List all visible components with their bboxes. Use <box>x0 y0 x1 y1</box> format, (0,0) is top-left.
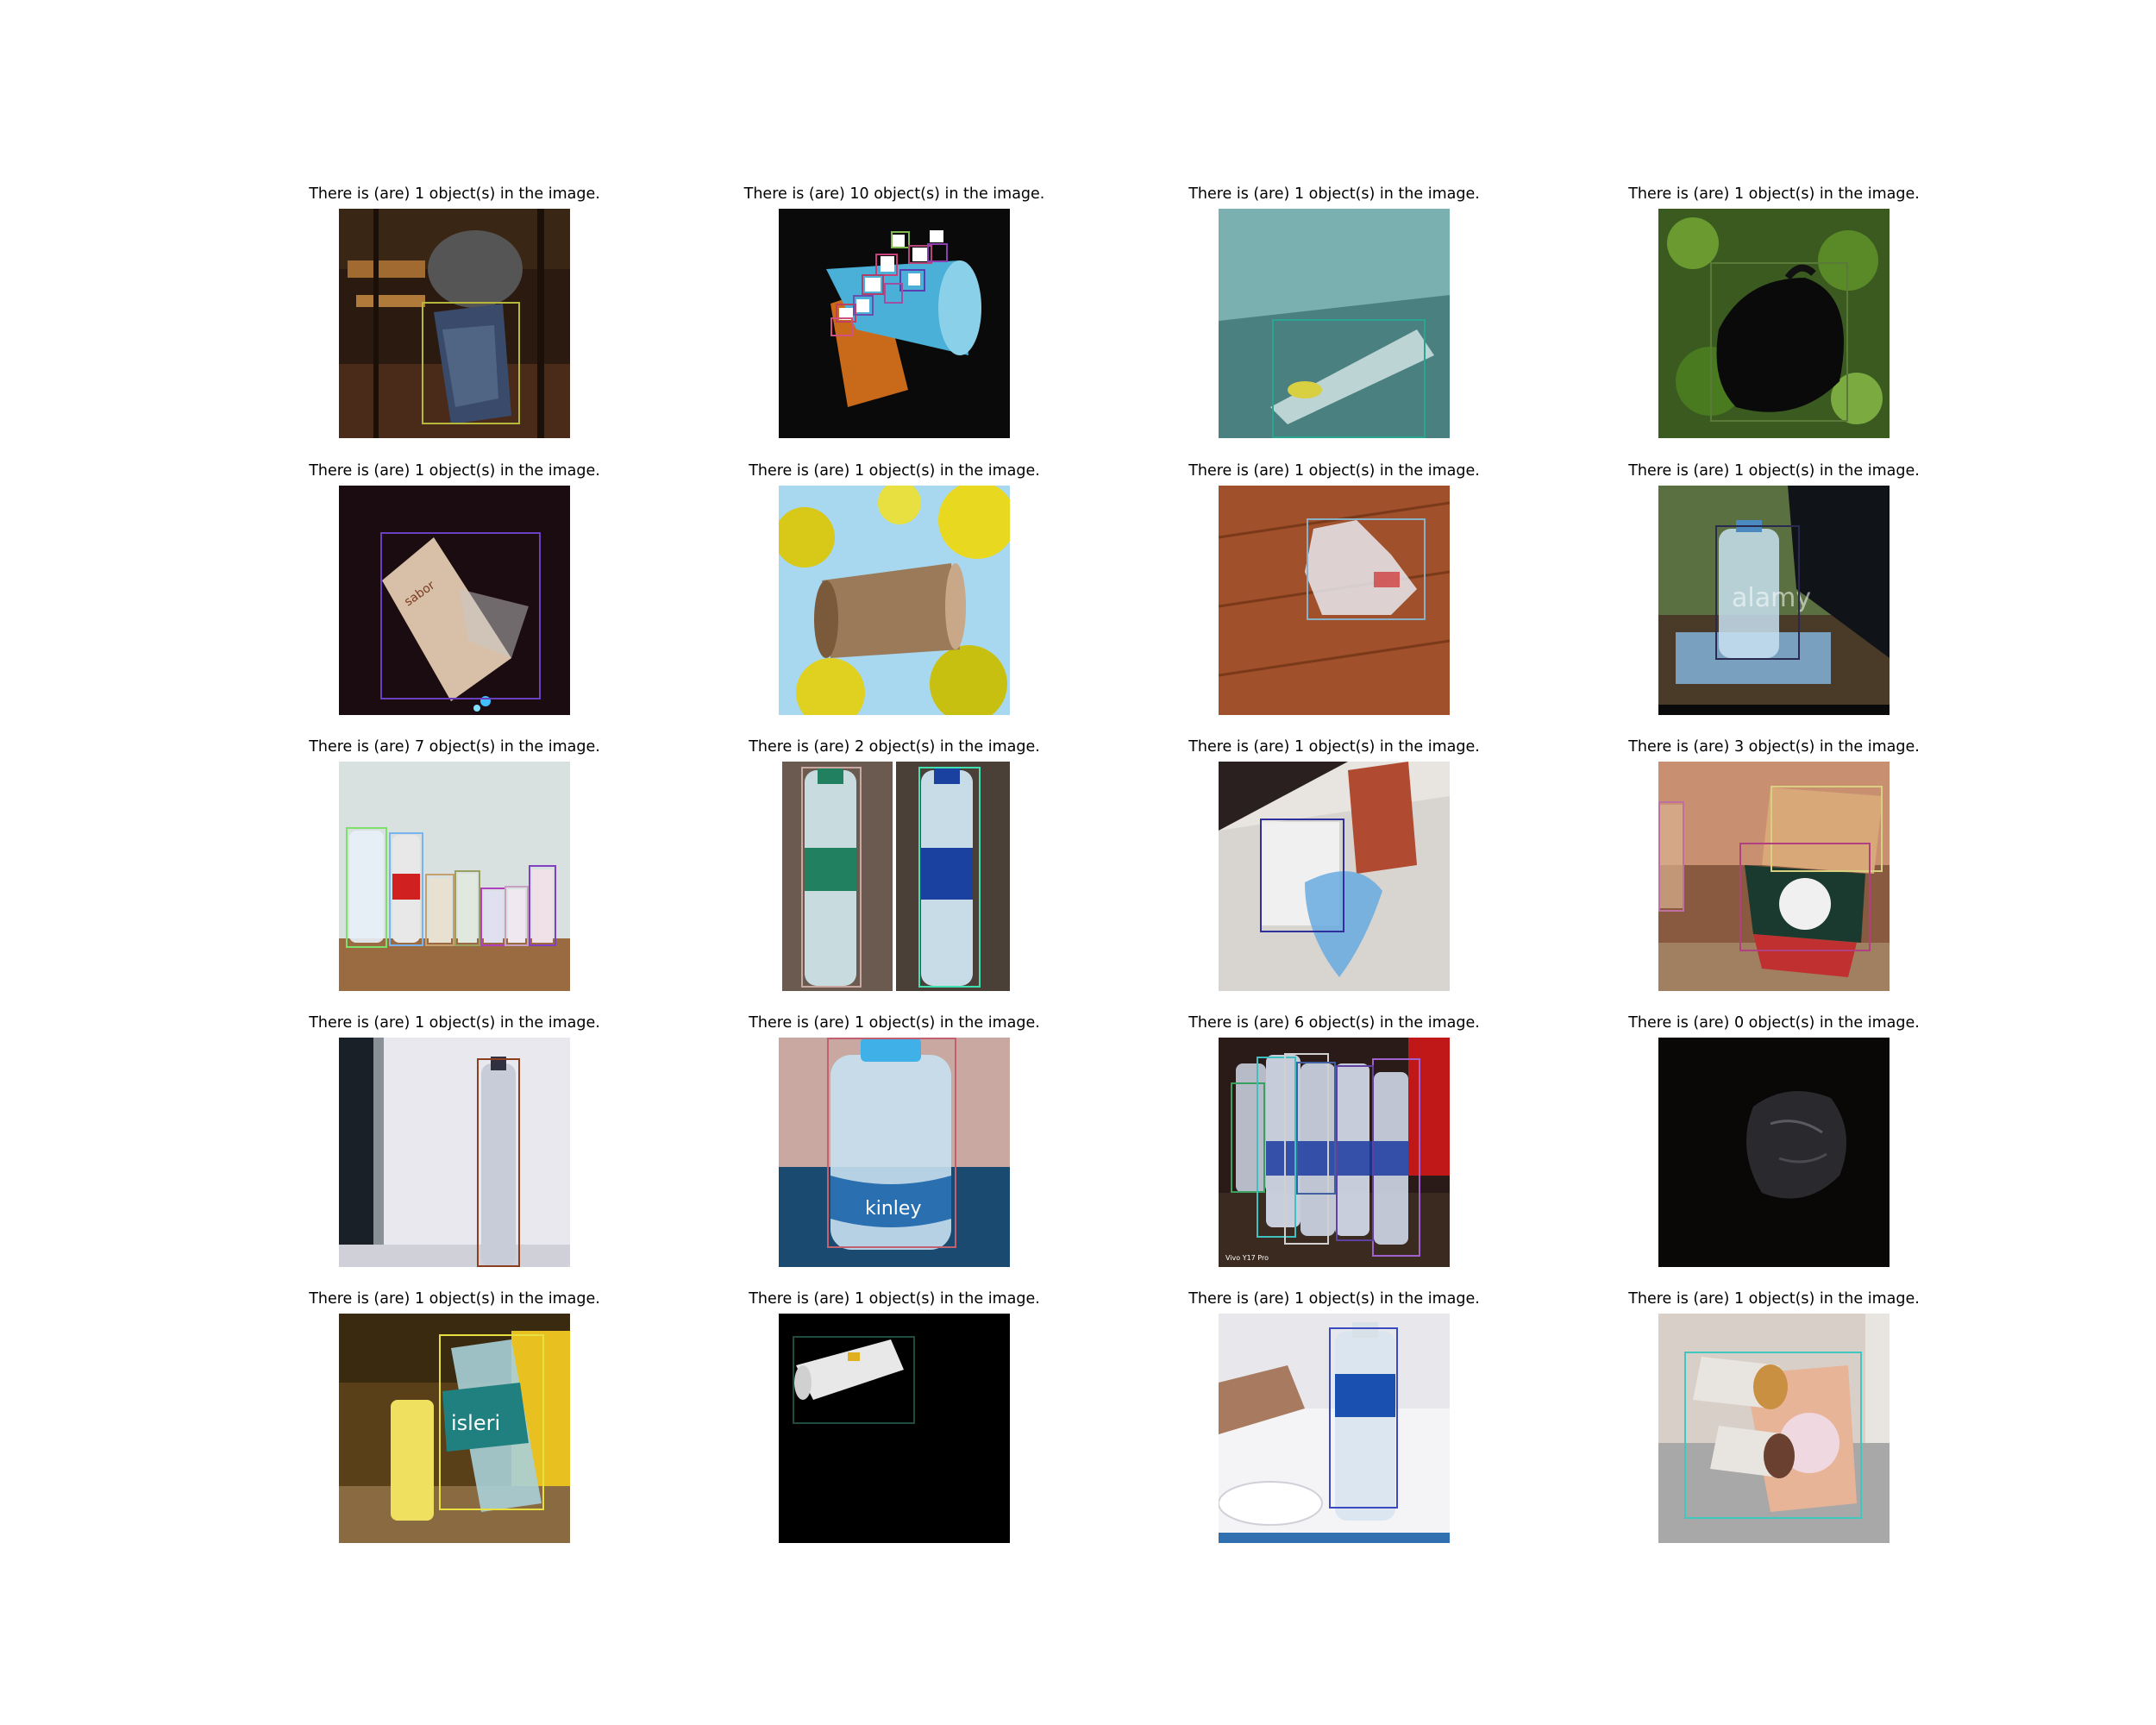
panel-12: There is (are) 3 object(s) in the image. <box>1628 738 1920 991</box>
panel-caption: There is (are) 3 object(s) in the image. <box>1628 738 1920 756</box>
panel-caption: There is (are) 1 object(s) in the image. <box>1188 185 1480 203</box>
panel-4: There is (are) 1 object(s) in the image. <box>1628 185 1920 438</box>
panel-caption: There is (are) 10 object(s) in the image… <box>743 185 1045 203</box>
panel-image <box>1658 1314 1890 1543</box>
panel-image: Vivo Y17 Pro <box>1219 1038 1450 1267</box>
svg-text:isleri: isleri <box>451 1411 500 1435</box>
panel-image <box>779 209 1010 438</box>
panel-5: There is (are) 1 object(s) in the image.… <box>309 462 600 715</box>
panel-14: There is (are) 1 object(s) in the image.… <box>749 1014 1040 1267</box>
panel-image <box>339 1038 570 1267</box>
panel-image: isleri <box>339 1314 570 1543</box>
panel-image <box>779 1314 1010 1543</box>
panel-2: There is (are) 10 object(s) in the image… <box>744 185 1044 438</box>
svg-text:Vivo Y17 Pro: Vivo Y17 Pro <box>1225 1254 1269 1262</box>
watermark: alamy <box>1732 583 1811 613</box>
panel-17: There is (are) 1 object(s) in the image.… <box>309 1290 600 1543</box>
panel-3: There is (are) 1 object(s) in the image. <box>1188 185 1480 438</box>
panel-caption: There is (are) 1 object(s) in the image. <box>1188 1290 1480 1308</box>
panel-image <box>339 762 570 991</box>
panel-caption: There is (are) 1 object(s) in the image. <box>309 1290 600 1308</box>
panel-image <box>1219 762 1450 991</box>
panel-caption: There is (are) 1 object(s) in the image. <box>749 1290 1040 1308</box>
panel-6: There is (are) 1 object(s) in the image. <box>749 462 1040 715</box>
panel-image <box>1658 1038 1890 1267</box>
panel-caption: There is (are) 2 object(s) in the image. <box>749 738 1040 756</box>
panel-caption: There is (are) 1 object(s) in the image. <box>1628 1290 1920 1308</box>
panel-image <box>779 762 1010 991</box>
panel-caption: There is (are) 1 object(s) in the image. <box>1628 462 1920 480</box>
panel-image <box>1658 209 1890 438</box>
panel-image: kinley <box>779 1038 1010 1267</box>
panel-15: There is (are) 6 object(s) in the image.… <box>1188 1014 1480 1267</box>
panel-13: There is (are) 1 object(s) in the image. <box>309 1014 600 1267</box>
panel-image <box>1219 1314 1450 1543</box>
panel-caption: There is (are) 1 object(s) in the image. <box>309 185 600 203</box>
panel-caption: There is (are) 1 object(s) in the image. <box>749 462 1040 480</box>
panel-10: There is (are) 2 object(s) in the image. <box>749 738 1040 991</box>
panel-18: There is (are) 1 object(s) in the image. <box>749 1290 1040 1543</box>
panel-8: There is (are) 1 object(s) in the image.… <box>1628 462 1920 715</box>
panel-7: There is (are) 1 object(s) in the image. <box>1188 462 1480 715</box>
panel-image <box>339 209 570 438</box>
panel-image <box>779 486 1010 715</box>
panel-image <box>1658 762 1890 991</box>
svg-text:kinley: kinley <box>865 1198 921 1220</box>
panel-caption: There is (are) 6 object(s) in the image. <box>1188 1014 1480 1032</box>
panel-image <box>1219 486 1450 715</box>
panel-image <box>1219 209 1450 438</box>
panel-caption: There is (are) 1 object(s) in the image. <box>309 1014 600 1032</box>
panel-caption: There is (are) 1 object(s) in the image. <box>1628 185 1920 203</box>
panel-20: There is (are) 1 object(s) in the image. <box>1628 1290 1920 1543</box>
panel-image: sabor <box>339 486 570 715</box>
panel-1: There is (are) 1 object(s) in the image. <box>309 185 600 438</box>
panel-caption: There is (are) 1 object(s) in the image. <box>1188 738 1480 756</box>
panel-caption: There is (are) 7 object(s) in the image. <box>309 738 600 756</box>
panel-caption: There is (are) 1 object(s) in the image. <box>749 1014 1040 1032</box>
panel-11: There is (are) 1 object(s) in the image. <box>1188 738 1480 991</box>
panel-16: There is (are) 0 object(s) in the image. <box>1628 1014 1920 1267</box>
panel-image: alamy <box>1658 486 1890 715</box>
panel-caption: There is (are) 0 object(s) in the image. <box>1628 1014 1920 1032</box>
panel-caption: There is (are) 1 object(s) in the image. <box>309 462 600 480</box>
panel-19: There is (are) 1 object(s) in the image. <box>1188 1290 1480 1543</box>
panel-caption: There is (are) 1 object(s) in the image. <box>1188 462 1480 480</box>
panel-9: There is (are) 7 object(s) in the image. <box>309 738 600 991</box>
